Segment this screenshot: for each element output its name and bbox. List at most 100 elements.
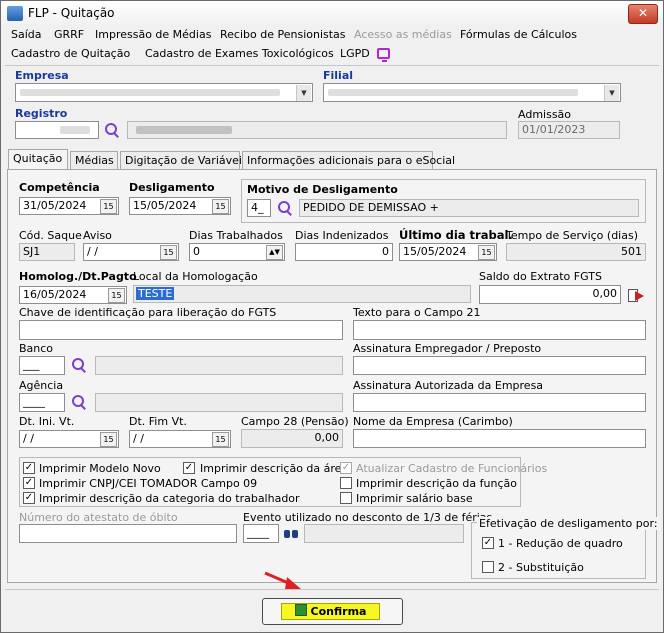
atualizar-cadastro-checkbox[interactable]: ✓ [340,462,352,474]
desc-funcao-label: Imprimir descrição da função [356,477,517,490]
binoculars-icon[interactable] [284,527,298,539]
export-icon[interactable] [627,287,645,303]
menu-separator [5,65,659,66]
empresa-blurred-value [20,89,280,96]
reducao-quadro-label: 1 - Redução de quadro [498,537,623,550]
calendar-icon[interactable]: 15 [160,245,177,260]
desc-categoria-checkbox[interactable]: ✓ [23,492,35,504]
dias-trabalhados-input[interactable]: 0 ▲▼ [189,243,285,261]
search-icon[interactable] [71,394,87,410]
assinatura-autorizada-label: Assinatura Autorizada da Empresa [353,379,544,392]
filial-combo[interactable]: ▼ [323,83,621,102]
tab-info-esocial[interactable]: Informações adicionais para o eSocial [242,151,455,169]
desc-area-label: Imprimir descrição da área [200,462,349,475]
assinatura-empregador-input[interactable] [353,356,646,375]
atestado-obito-input[interactable] [19,524,237,543]
desligamento-input[interactable]: 15/05/2024 15 [129,197,231,215]
confirma-button[interactable]: Confirma [281,603,380,620]
dias-indenizados-input[interactable]: 0 [295,243,393,261]
competencia-input[interactable]: 31/05/2024 15 [19,197,119,215]
spinner-icon[interactable]: ▲▼ [266,245,283,260]
substituicao-label: 2 - Substituição [498,561,584,574]
menu-formulas-calculos[interactable]: Fórmulas de Cálculos [460,28,577,41]
banco-input[interactable]: ___ [19,356,65,375]
menu-cadastro-quitacao[interactable]: Cadastro de Quitação [11,47,130,60]
texto-21-label: Texto para o Campo 21 [353,306,481,319]
desc-area-checkbox[interactable]: ✓ [183,462,195,474]
main-window: FLP - Quitação ✕ Saída GRRF Impressão de… [0,0,664,633]
saldo-fgts-input[interactable]: 0,00 [479,285,621,304]
motivo-code-input[interactable]: 4_ [247,199,271,217]
motivo-label: Motivo de Desligamento [247,183,398,196]
dias-trabalhados-value: 0 [193,245,200,258]
menu-recibo-pensionistas[interactable]: Recibo de Pensionistas [220,28,346,41]
local-homolog-field[interactable]: TESTE [133,285,471,303]
substituicao-checkbox[interactable] [482,561,494,573]
calendar-icon[interactable]: 15 [212,199,229,214]
local-homolog-label: Local da Homologação [133,270,258,283]
cod-saque-label: Cód. Saque [19,229,82,242]
filial-blurred-value [328,89,578,96]
calendar-icon[interactable]: 15 [478,245,495,260]
calendar-icon[interactable]: 15 [100,199,117,214]
modelo-novo-checkbox[interactable]: ✓ [23,462,35,474]
registro-name-field [127,121,507,139]
menu-lgpd[interactable]: LGPD [340,47,370,60]
calendar-icon[interactable]: 15 [212,432,229,447]
search-icon[interactable] [104,122,120,138]
calendar-icon[interactable]: 15 [108,288,125,303]
search-icon[interactable] [71,357,87,373]
menu-saida[interactable]: Saída [11,28,42,41]
empresa-label: Empresa [15,69,69,82]
monitor-icon[interactable] [377,48,390,62]
calendar-icon[interactable]: 15 [100,432,117,447]
admissao-label: Admissão [518,108,572,121]
search-icon[interactable] [277,200,293,216]
menu-cadastro-exames[interactable]: Cadastro de Exames Toxicológicos [145,47,334,60]
evento-desc-field [304,524,464,543]
tab-digitacao-variaveis[interactable]: Digitação de Variáveis [120,151,248,169]
empresa-combo[interactable]: ▼ [15,83,313,102]
motivo-desc-field: PEDIDO DE DEMISSAO + [299,199,639,217]
ultimo-dia-input[interactable]: 15/05/2024 15 [399,243,497,261]
chevron-down-icon[interactable]: ▼ [296,85,311,101]
ultimo-dia-value: 15/05/2024 [403,245,467,258]
agencia-label: Agência [19,379,64,392]
atualizar-cadastro-label: Atualizar Cadastro de Funcionários [356,462,548,475]
homolog-input[interactable]: 16/05/2024 15 [19,286,127,304]
evento-ferias-input[interactable]: ____ [243,524,279,543]
reducao-quadro-checkbox[interactable]: ✓ [482,537,494,549]
menu-impressao-medias[interactable]: Impressão de Médias [95,28,211,41]
desc-categoria-label: Imprimir descrição da categoria do traba… [39,492,300,505]
agencia-input[interactable]: ____ [19,393,65,412]
footer-separator [5,589,659,590]
dt-ini-vt-value: / / [23,432,34,445]
tab-quitacao[interactable]: Quitação [8,149,68,169]
registro-name-blurred [136,126,232,134]
banco-name-field [95,356,343,375]
dt-ini-vt-input[interactable]: / / 15 [19,430,119,448]
window-title: FLP - Quitação [28,6,115,20]
chave-fgts-label: Chave de identificação para liberação do… [19,306,277,319]
desc-funcao-checkbox[interactable] [340,477,352,489]
saldo-fgts-label: Saldo do Extrato FGTS [479,270,602,283]
dt-fim-vt-label: Dt. Fim Vt. [129,415,187,428]
menu-grrf[interactable]: GRRF [54,28,84,41]
texto-21-input[interactable] [353,320,646,340]
confirma-button-frame[interactable]: Confirma [262,598,403,625]
chave-fgts-input[interactable] [19,320,343,340]
cnpj-tomador-checkbox[interactable]: ✓ [23,477,35,489]
nome-empresa-input[interactable] [353,429,646,448]
menu-acesso-medias[interactable]: Acesso as médias [354,28,452,41]
dias-indenizados-label: Dias Indenizados [295,229,389,242]
close-button[interactable]: ✕ [628,4,658,24]
aviso-label: Aviso [83,229,112,242]
tab-medias[interactable]: Médias [70,151,118,169]
salario-base-checkbox[interactable] [340,492,352,504]
aviso-input[interactable]: / / 15 [83,243,179,261]
assinatura-autorizada-input[interactable] [353,393,646,412]
dt-fim-vt-input[interactable]: / / 15 [129,430,231,448]
ultimo-dia-label: Último dia trabal. [399,228,513,242]
registro-input[interactable] [15,121,99,139]
chevron-down-icon[interactable]: ▼ [604,85,619,101]
